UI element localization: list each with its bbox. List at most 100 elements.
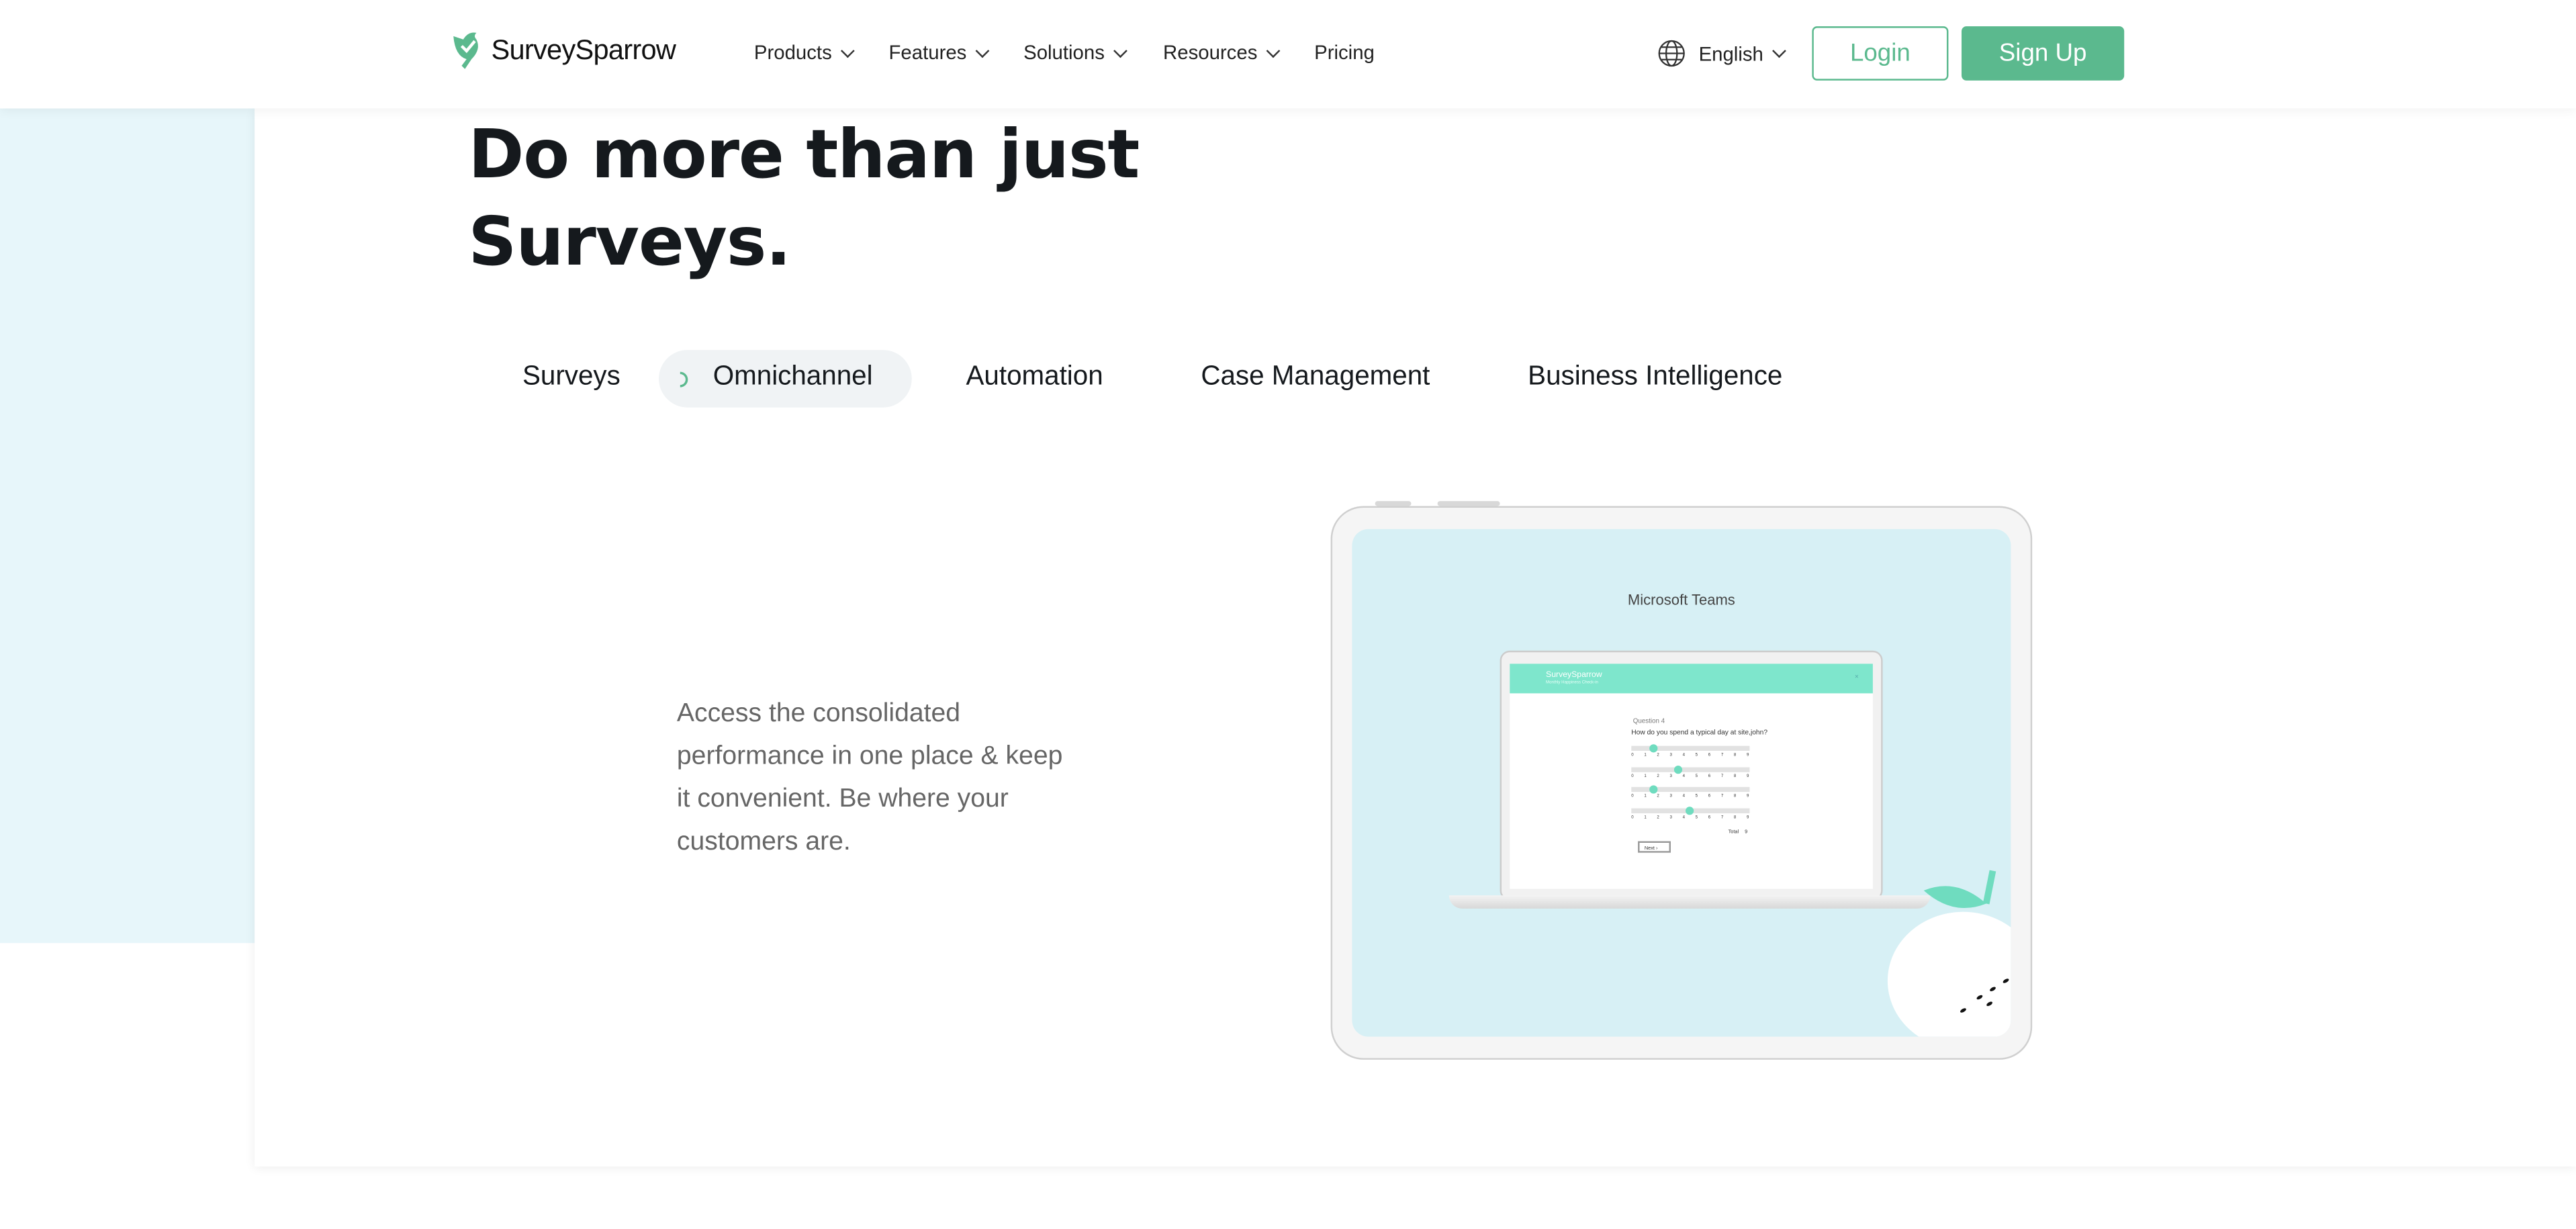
scale-tick: 6	[1708, 814, 1711, 819]
header: SurveySparrow Products Features Solution…	[0, 0, 2576, 109]
survey-slider	[1631, 764, 1750, 774]
tab-automation[interactable]: Automation	[966, 361, 1103, 392]
scale-tick: 8	[1733, 752, 1737, 758]
slider-knob	[1673, 764, 1682, 774]
globe-icon	[1658, 40, 1685, 67]
scale-tick: 8	[1733, 793, 1737, 799]
scale-tick: 6	[1708, 793, 1711, 799]
sparrow-logo-icon	[453, 32, 478, 69]
language-selector[interactable]: English	[1657, 40, 1787, 68]
logo[interactable]: SurveySparrow	[449, 30, 676, 73]
scale-tick: 0	[1631, 814, 1634, 819]
page-title: Do more than just Surveys.	[468, 111, 1140, 285]
scale-tick: 8	[1733, 814, 1737, 819]
slider-knob	[1686, 805, 1694, 815]
scale-tick: 7	[1720, 773, 1724, 778]
nav-pricing[interactable]: Pricing	[1314, 41, 1375, 64]
scale-tick: 4	[1682, 814, 1685, 819]
nav-resources[interactable]: Resources	[1163, 41, 1281, 64]
fruit-illustration-icon	[1887, 870, 2011, 1037]
scale-tick: 3	[1669, 793, 1672, 799]
scale-tick: 9	[1746, 814, 1749, 819]
nav-label: Solutions	[1023, 41, 1105, 64]
scale-tick: 5	[1695, 814, 1698, 819]
device-title: Microsoft Teams	[1627, 591, 1735, 608]
signup-button[interactable]: Sign Up	[1962, 26, 2125, 81]
title-line: Do more than just	[468, 115, 1140, 194]
scale-tick: 0	[1631, 793, 1634, 799]
nav-features[interactable]: Features	[888, 41, 991, 64]
next-button: Next ›	[1638, 841, 1671, 853]
scale-tick: 1	[1644, 773, 1647, 778]
scale-tick: 3	[1669, 773, 1672, 778]
scale-tick: 7	[1720, 752, 1724, 758]
survey-brand: SurveySparrow	[1546, 670, 1602, 680]
nav-label: Features	[888, 41, 967, 64]
scale-tick: 6	[1708, 752, 1711, 758]
language-label: English	[1698, 42, 1763, 65]
laptop-illustration: SurveySparrow Monthly Happiness Check-in…	[1500, 650, 1883, 901]
survey-slider	[1631, 785, 1750, 794]
tab-surveys[interactable]: Surveys	[522, 361, 620, 392]
scale-tick: 1	[1644, 793, 1647, 799]
chevron-down-icon	[1772, 44, 1787, 58]
scale-tick: 6	[1708, 773, 1711, 778]
scale-tick: 2	[1657, 814, 1659, 819]
slider-knob	[1648, 744, 1657, 753]
next-label: Next	[1644, 844, 1655, 852]
nav-label: Pricing	[1314, 41, 1375, 64]
scale-tick: 8	[1733, 773, 1737, 778]
chevron-down-icon	[1267, 43, 1281, 57]
scale-tick: 4	[1682, 793, 1685, 799]
survey-slider	[1631, 744, 1750, 753]
scale-tick: 1	[1644, 752, 1647, 758]
nav-products[interactable]: Products	[753, 41, 856, 64]
total-label: Total	[1728, 827, 1739, 835]
scale-tick: 7	[1720, 793, 1724, 799]
nav-solutions[interactable]: Solutions	[1023, 41, 1128, 64]
scale-tick: 5	[1695, 773, 1698, 778]
tablet-screen: Microsoft Teams SurveySparrow Monthly Ha…	[1352, 529, 2011, 1037]
title-line: Surveys.	[468, 201, 791, 281]
tab-case-management[interactable]: Case Management	[1201, 361, 1430, 392]
loading-spinner-icon	[680, 371, 688, 388]
nav-label: Products	[753, 41, 832, 64]
tablet-button	[1437, 501, 1500, 506]
background-panel	[0, 108, 255, 944]
laptop-base	[1448, 895, 1931, 909]
scale-tick: 1	[1644, 814, 1647, 819]
feature-description: Access the consolidated performance in o…	[676, 700, 1063, 856]
tab-omnichannel[interactable]: Omnichannel	[713, 361, 873, 392]
survey-header: SurveySparrow Monthly Happiness Check-in…	[1510, 664, 1873, 694]
chevron-down-icon	[976, 43, 991, 57]
total-value: 9	[1745, 827, 1748, 835]
tab-business-intelligence[interactable]: Business Intelligence	[1528, 361, 1782, 392]
nav-label: Resources	[1163, 41, 1258, 64]
scale-tick: 5	[1695, 752, 1698, 758]
scale-tick: 4	[1682, 773, 1685, 778]
scale-tick: 3	[1669, 814, 1672, 819]
login-button[interactable]: Login	[1812, 26, 1949, 81]
survey-subtitle: Monthly Happiness Check-in	[1546, 680, 1598, 686]
scale-tick: 0	[1631, 752, 1634, 758]
scale-tick: 2	[1657, 773, 1659, 778]
scale-tick: 9	[1746, 773, 1749, 778]
question-text: How do you spend a typical day at site,j…	[1631, 727, 1768, 736]
question-number: Question 4	[1632, 716, 1665, 725]
brand-name: SurveySparrow	[491, 34, 676, 66]
scale-tick: 5	[1695, 793, 1698, 799]
scale-tick: 0	[1631, 773, 1634, 778]
survey-preview: SurveySparrow Monthly Happiness Check-in…	[1510, 664, 1873, 889]
chevron-down-icon	[841, 43, 856, 57]
scale-tick: 3	[1669, 752, 1672, 758]
survey-slider	[1631, 805, 1750, 815]
tablet-button	[1375, 501, 1412, 506]
scale-tick: 2	[1657, 752, 1659, 758]
scale-tick: 9	[1746, 752, 1749, 758]
close-icon: ×	[1854, 672, 1859, 680]
scale-tick: 4	[1682, 752, 1685, 758]
scale-tick: 9	[1746, 793, 1749, 799]
chevron-down-icon	[1113, 43, 1128, 57]
slider-knob	[1648, 785, 1657, 794]
scale-tick: 7	[1720, 814, 1724, 819]
